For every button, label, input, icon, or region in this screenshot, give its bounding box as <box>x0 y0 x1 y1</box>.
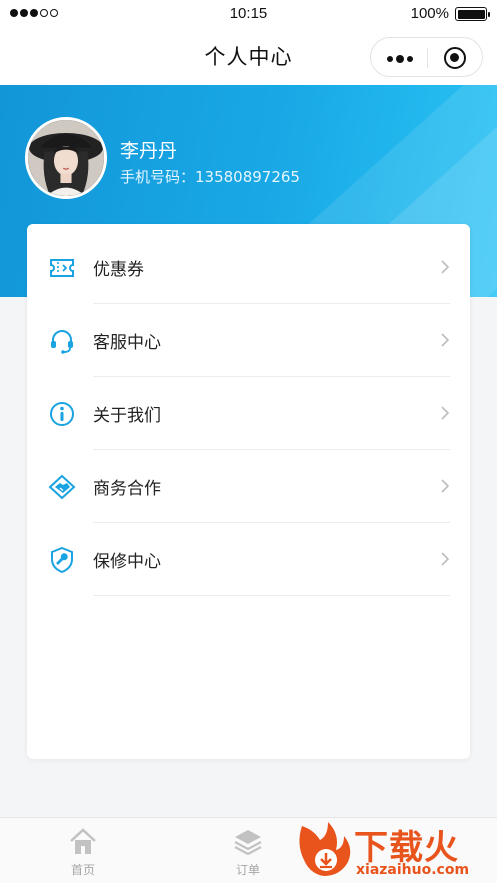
user-name: 李丹丹 <box>120 140 178 162</box>
chevron-right-icon <box>440 332 450 348</box>
target-circle-icon[interactable] <box>444 47 466 69</box>
menu-item-label: 保修中心 <box>93 552 161 572</box>
menu-item-coupon[interactable]: 优惠券 <box>27 231 470 304</box>
watermark-url: xiazaihuo.com <box>356 862 470 878</box>
status-bar: 10:15 100% <box>0 0 497 28</box>
nav-bar: 个人中心 <box>0 28 497 85</box>
user-phone: 手机号码：13580897265 <box>120 168 300 186</box>
menu-item-customer-service[interactable]: 客服中心 <box>27 304 470 377</box>
divider <box>93 595 450 596</box>
menu-item-label: 优惠券 <box>93 260 144 280</box>
menu-item-warranty-center[interactable]: 保修中心 <box>27 523 470 596</box>
chevron-right-icon <box>440 551 450 567</box>
miniprogram-capsule <box>370 37 483 77</box>
menu-item-label: 商务合作 <box>93 479 161 499</box>
tab-label: 首页 <box>70 863 95 877</box>
menu-item-about-us[interactable]: 关于我们 <box>27 377 470 450</box>
menu-item-label: 客服中心 <box>93 333 161 353</box>
menu-item-business-cooperation[interactable]: 商务合作 <box>27 450 470 523</box>
battery-full-icon <box>455 7 490 21</box>
avatar-photo <box>28 120 104 196</box>
tab-orders[interactable]: 订单 <box>218 826 278 878</box>
battery-percent: 100% <box>410 5 449 22</box>
ticket-icon <box>48 254 76 282</box>
tab-home[interactable]: 首页 <box>53 826 113 878</box>
menu-card: 优惠券 客服中心 关于我们 商务合作 保修中心 <box>27 224 470 759</box>
capsule-divider <box>427 48 428 68</box>
avatar[interactable] <box>25 117 107 199</box>
watermark: 下载火 xiazaihuo.com <box>290 818 497 883</box>
shield-wrench-icon <box>48 546 76 574</box>
home-icon <box>70 828 96 854</box>
menu-item-label: 关于我们 <box>93 406 161 426</box>
headset-icon <box>48 327 76 355</box>
chevron-right-icon <box>440 259 450 275</box>
tab-label: 订单 <box>235 863 260 877</box>
info-icon <box>48 400 76 428</box>
layers-icon <box>234 830 262 856</box>
more-dots-icon[interactable] <box>387 55 413 63</box>
chevron-right-icon <box>440 405 450 421</box>
chevron-right-icon <box>440 478 450 494</box>
handshake-icon <box>48 473 76 501</box>
flame-logo-icon <box>299 822 351 876</box>
